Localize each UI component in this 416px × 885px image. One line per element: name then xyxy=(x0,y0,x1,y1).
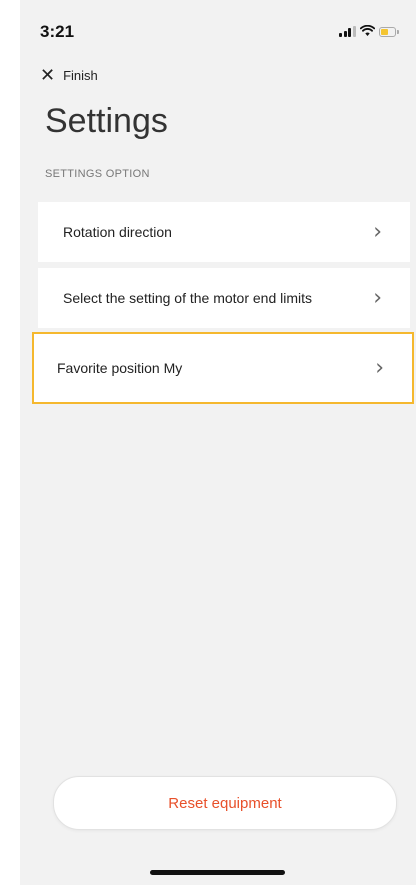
signal-icon xyxy=(339,25,356,37)
finish-label: Finish xyxy=(63,67,98,83)
battery-icon xyxy=(378,27,399,37)
chevron-right-icon: › xyxy=(373,285,382,311)
option-favorite-position[interactable]: Favorite position My › xyxy=(32,332,414,404)
wifi-icon xyxy=(359,25,375,36)
option-label: Favorite position My xyxy=(57,360,183,376)
close-icon: ✕ xyxy=(40,65,56,85)
page-title: Settings xyxy=(45,102,168,140)
home-indicator xyxy=(150,870,285,875)
option-label: Select the setting of the motor end limi… xyxy=(63,290,313,306)
option-motor-end-limits[interactable]: Select the setting of the motor end limi… xyxy=(38,268,410,328)
reset-equipment-button[interactable]: Reset equipment xyxy=(53,776,397,830)
chevron-right-icon: › xyxy=(373,219,382,245)
status-icons xyxy=(339,25,399,37)
status-time: 3:21 xyxy=(40,22,75,41)
section-label: SETTINGS OPTION xyxy=(45,168,150,180)
option-label: Rotation direction xyxy=(63,224,172,240)
chevron-right-icon: › xyxy=(375,355,384,381)
option-rotation-direction[interactable]: Rotation direction › xyxy=(38,202,410,262)
finish-button[interactable]: ✕ Finish xyxy=(40,66,98,84)
